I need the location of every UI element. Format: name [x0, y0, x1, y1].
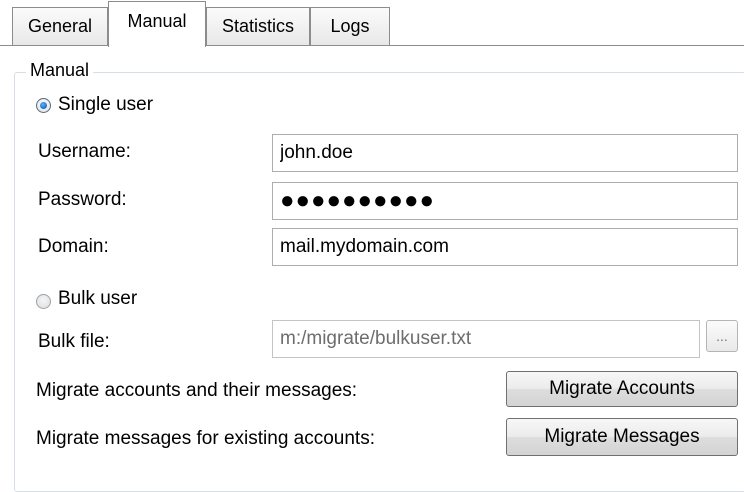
- browse-button[interactable]: ...: [706, 320, 738, 352]
- single-user-label[interactable]: Single user: [58, 94, 153, 116]
- manual-group-title: Manual: [26, 57, 94, 83]
- bulk-user-label[interactable]: Bulk user: [58, 288, 137, 310]
- migrate-messages-button[interactable]: Migrate Messages: [506, 418, 738, 456]
- migrate-accounts-label: Migrate accounts and their messages:: [36, 380, 358, 401]
- tab-strip: General Manual Statistics Logs: [0, 0, 744, 47]
- tab-statistics[interactable]: Statistics: [206, 7, 310, 45]
- tab-general[interactable]: General: [12, 7, 108, 45]
- username-label: Username:: [38, 141, 131, 162]
- domain-label: Domain:: [38, 236, 109, 257]
- single-user-radio[interactable]: [36, 98, 51, 113]
- bulk-user-radio[interactable]: [36, 294, 51, 309]
- tab-manual[interactable]: Manual: [108, 1, 206, 47]
- bulk-file-field[interactable]: [272, 320, 700, 358]
- migrate-accounts-button[interactable]: Migrate Accounts: [506, 371, 738, 407]
- password-field[interactable]: [272, 182, 738, 220]
- migrate-messages-label: Migrate messages for existing accounts:: [36, 428, 375, 449]
- tab-logs[interactable]: Logs: [310, 7, 390, 45]
- domain-field[interactable]: [272, 228, 738, 266]
- radio-selected-dot: [40, 102, 47, 109]
- username-field[interactable]: [272, 134, 738, 172]
- bulk-file-label: Bulk file:: [38, 331, 110, 352]
- password-label: Password:: [38, 189, 127, 210]
